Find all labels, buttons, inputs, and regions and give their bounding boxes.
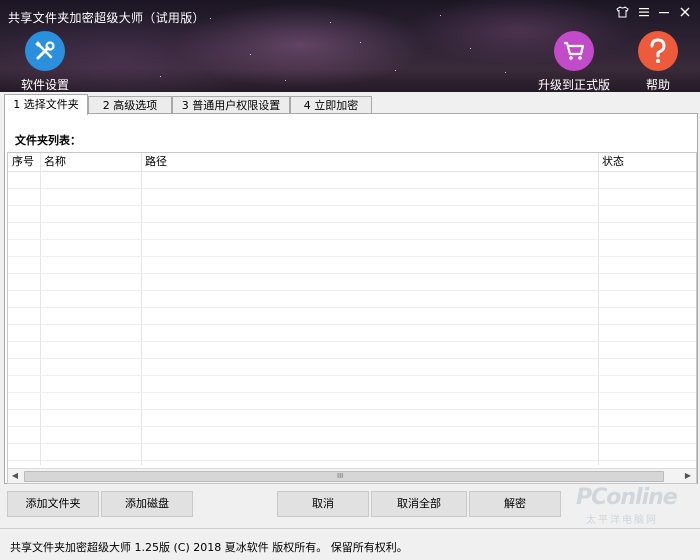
column-divider: [141, 153, 142, 465]
window-title: 共享文件夹加密超级大师（试用版）: [8, 11, 205, 25]
upgrade-label: 升级到正式版: [537, 78, 610, 92]
tab-advanced-options[interactable]: 2 高级选项: [88, 96, 172, 114]
cancel-all-button[interactable]: 取消全部: [371, 491, 467, 517]
question-icon: [638, 31, 678, 71]
watermark-logo: PConline: [576, 485, 678, 510]
settings-label: 软件设置: [20, 78, 69, 92]
column-divider: [598, 153, 599, 465]
upgrade-button[interactable]: 升级到正式版: [537, 31, 611, 93]
status-bar: 共享文件夹加密超级大师 1.25版 (C) 2018 夏冰软件 版权所有。 保留…: [0, 528, 700, 560]
tab-user-permissions[interactable]: 3 普通用户权限设置: [172, 96, 290, 114]
close-icon[interactable]: [675, 6, 695, 22]
column-index[interactable]: 序号: [8, 153, 34, 171]
cancel-button[interactable]: 取消: [277, 491, 369, 517]
minimize-icon[interactable]: [654, 6, 674, 22]
watermark-subtext: 太平洋电脑网: [586, 515, 658, 526]
folder-list-label: 文件夹列表：: [15, 134, 81, 147]
table-header: 序号 名称 路径 状态: [8, 153, 696, 172]
cart-icon: [554, 31, 594, 71]
scroll-left-icon[interactable]: ◀: [8, 469, 22, 483]
settings-button[interactable]: 软件设置: [15, 31, 75, 93]
horizontal-scrollbar[interactable]: ◀ III ▶: [8, 468, 696, 483]
scrollbar-thumb[interactable]: III: [24, 471, 664, 482]
menu-icon[interactable]: [634, 6, 654, 22]
add-folder-button[interactable]: 添加文件夹: [7, 491, 99, 517]
tools-icon: [25, 31, 65, 71]
help-button[interactable]: 帮助: [633, 31, 683, 93]
grip-icon: III: [337, 472, 344, 480]
decrypt-button[interactable]: 解密: [469, 491, 561, 517]
column-divider: [40, 153, 41, 465]
header-banner: 共享文件夹加密超级大师（试用版） 软件设置 升级到正式版 帮助: [0, 0, 700, 92]
folder-list-table[interactable]: 序号 名称 路径 状态 ◀ III ▶: [7, 152, 697, 484]
scroll-right-icon[interactable]: ▶: [681, 469, 695, 483]
copyright-text: 共享文件夹加密超级大师 1.25版 (C) 2018 夏冰软件 版权所有。 保留…: [10, 541, 408, 554]
help-label: 帮助: [645, 78, 670, 92]
column-name[interactable]: 名称: [40, 153, 66, 171]
tab-select-folder[interactable]: 1 选择文件夹: [4, 94, 88, 115]
tab-panel: 文件夹列表： 序号 名称 路径 状态 ◀ III ▶: [4, 113, 698, 484]
add-disk-button[interactable]: 添加磁盘: [101, 491, 193, 517]
column-status[interactable]: 状态: [598, 153, 624, 171]
column-path[interactable]: 路径: [141, 153, 167, 171]
tab-encrypt-now[interactable]: 4 立即加密: [290, 96, 372, 114]
shirt-icon[interactable]: [612, 6, 632, 22]
